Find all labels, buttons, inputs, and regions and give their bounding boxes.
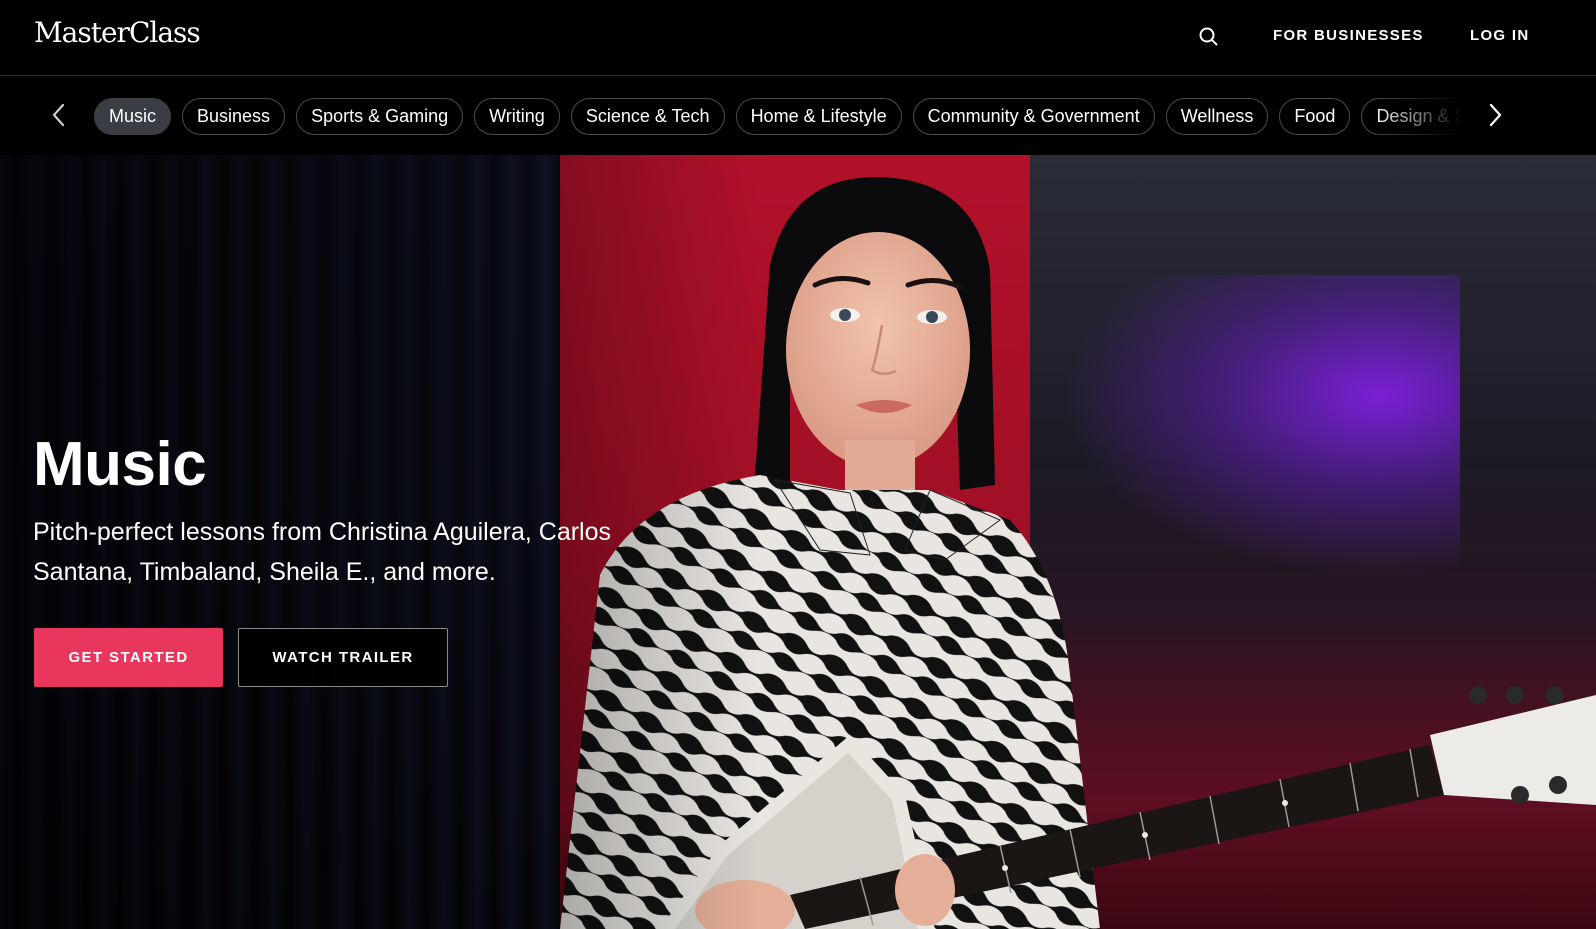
search-icon: [1199, 27, 1218, 46]
watch-trailer-button[interactable]: WATCH TRAILER: [238, 628, 448, 687]
top-navigation: MasterClass FOR BUSINESSES LOG IN: [0, 0, 1596, 76]
category-pill-sports-gaming[interactable]: Sports & Gaming: [296, 98, 464, 135]
chevron-right-icon: [1489, 103, 1502, 127]
category-prev-button[interactable]: [44, 100, 74, 130]
category-pill-community-government[interactable]: Community & Government: [912, 98, 1155, 135]
category-pill-wellness[interactable]: Wellness: [1165, 98, 1269, 135]
category-pill-music[interactable]: Music: [94, 98, 172, 135]
masterclass-logo[interactable]: MasterClass: [34, 16, 201, 49]
category-pill-business[interactable]: Business: [182, 98, 286, 135]
for-businesses-link[interactable]: FOR BUSINESSES: [1273, 27, 1424, 44]
chevron-left-icon: [52, 103, 65, 127]
category-pill-writing[interactable]: Writing: [474, 98, 560, 135]
category-pill-science-tech[interactable]: Science & Tech: [570, 98, 725, 135]
category-next-button[interactable]: [1480, 100, 1510, 130]
category-bar: Music Business Sports & Gaming Writing Scien…: [0, 76, 1596, 155]
hero-banner: Music Pitch-perfect lessons from Christi…: [0, 155, 1596, 929]
hero-description: Pitch-perfect lessons from Christina Agu…: [33, 518, 612, 586]
category-pill-food[interactable]: Food: [1279, 98, 1351, 135]
search-button[interactable]: [1196, 24, 1222, 50]
category-pill-home-lifestyle[interactable]: Home & Lifestyle: [735, 98, 902, 135]
category-pill-list: Music Business Sports & Gaming Writing Scien…: [94, 98, 1462, 136]
hero-title: Music: [33, 430, 207, 499]
category-pill-design-style[interactable]: Design & Style: [1361, 98, 1462, 135]
get-started-button[interactable]: GET STARTED: [34, 628, 223, 687]
log-in-link[interactable]: LOG IN: [1470, 27, 1529, 44]
